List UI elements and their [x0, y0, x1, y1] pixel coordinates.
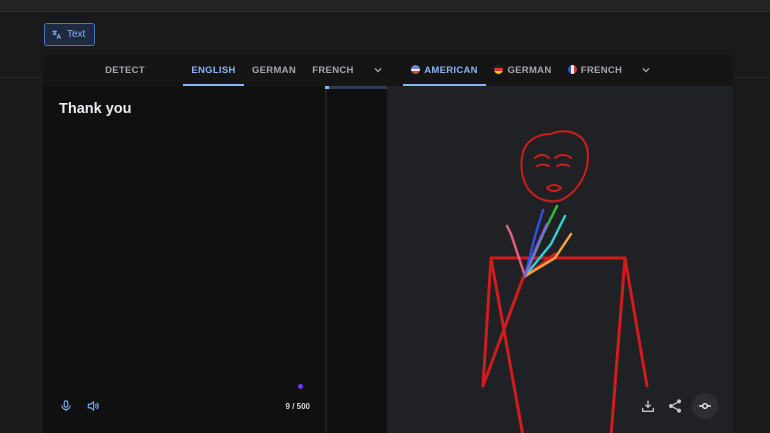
middle-pane [327, 89, 387, 433]
text-mode-button[interactable]: Text [44, 23, 95, 46]
top-bar [0, 0, 770, 12]
character-counter: 9 / 500 [285, 402, 310, 411]
text-mode-label: Text [67, 29, 86, 40]
chevron-down-icon[interactable] [640, 64, 652, 76]
sign-viewer [387, 86, 733, 433]
tab-french-target[interactable]: FRENCH [567, 54, 623, 86]
us-flag-icon [411, 65, 421, 74]
pose-icon [699, 402, 711, 410]
tab-american-label: AMERICAN [424, 65, 478, 76]
tab-german-label: GERMAN [507, 65, 552, 76]
pose-figure [481, 130, 649, 433]
tab-german-target[interactable]: GERMAN [493, 54, 553, 86]
download-icon[interactable] [640, 398, 656, 414]
chevron-down-icon[interactable] [372, 64, 384, 76]
tab-american[interactable]: AMERICAN [403, 54, 486, 86]
translator-card: DETECT LANGUAGE ENGLISH GERMAN FRENCH AM… [43, 54, 733, 433]
source-text[interactable]: Thank you [59, 101, 132, 117]
language-tabs: DETECT LANGUAGE ENGLISH GERMAN FRENCH AM… [43, 54, 733, 109]
tab-english[interactable]: ENGLISH [183, 54, 244, 86]
de-flag-icon [494, 65, 504, 74]
translate-icon [52, 30, 62, 39]
source-pane[interactable]: Thank you 9 / 500 [43, 86, 325, 433]
pose-button[interactable] [692, 393, 718, 419]
tab-german-source[interactable]: GERMAN [249, 54, 299, 86]
fr-flag-icon [567, 65, 577, 74]
tab-french-source[interactable]: FRENCH [309, 54, 357, 86]
tab-detect-language[interactable]: DETECT LANGUAGE [77, 54, 173, 109]
speaker-icon[interactable] [86, 399, 100, 413]
status-dot [298, 384, 303, 389]
tab-french-label: FRENCH [580, 65, 623, 76]
share-icon[interactable] [667, 398, 683, 414]
mic-icon[interactable] [59, 399, 73, 413]
